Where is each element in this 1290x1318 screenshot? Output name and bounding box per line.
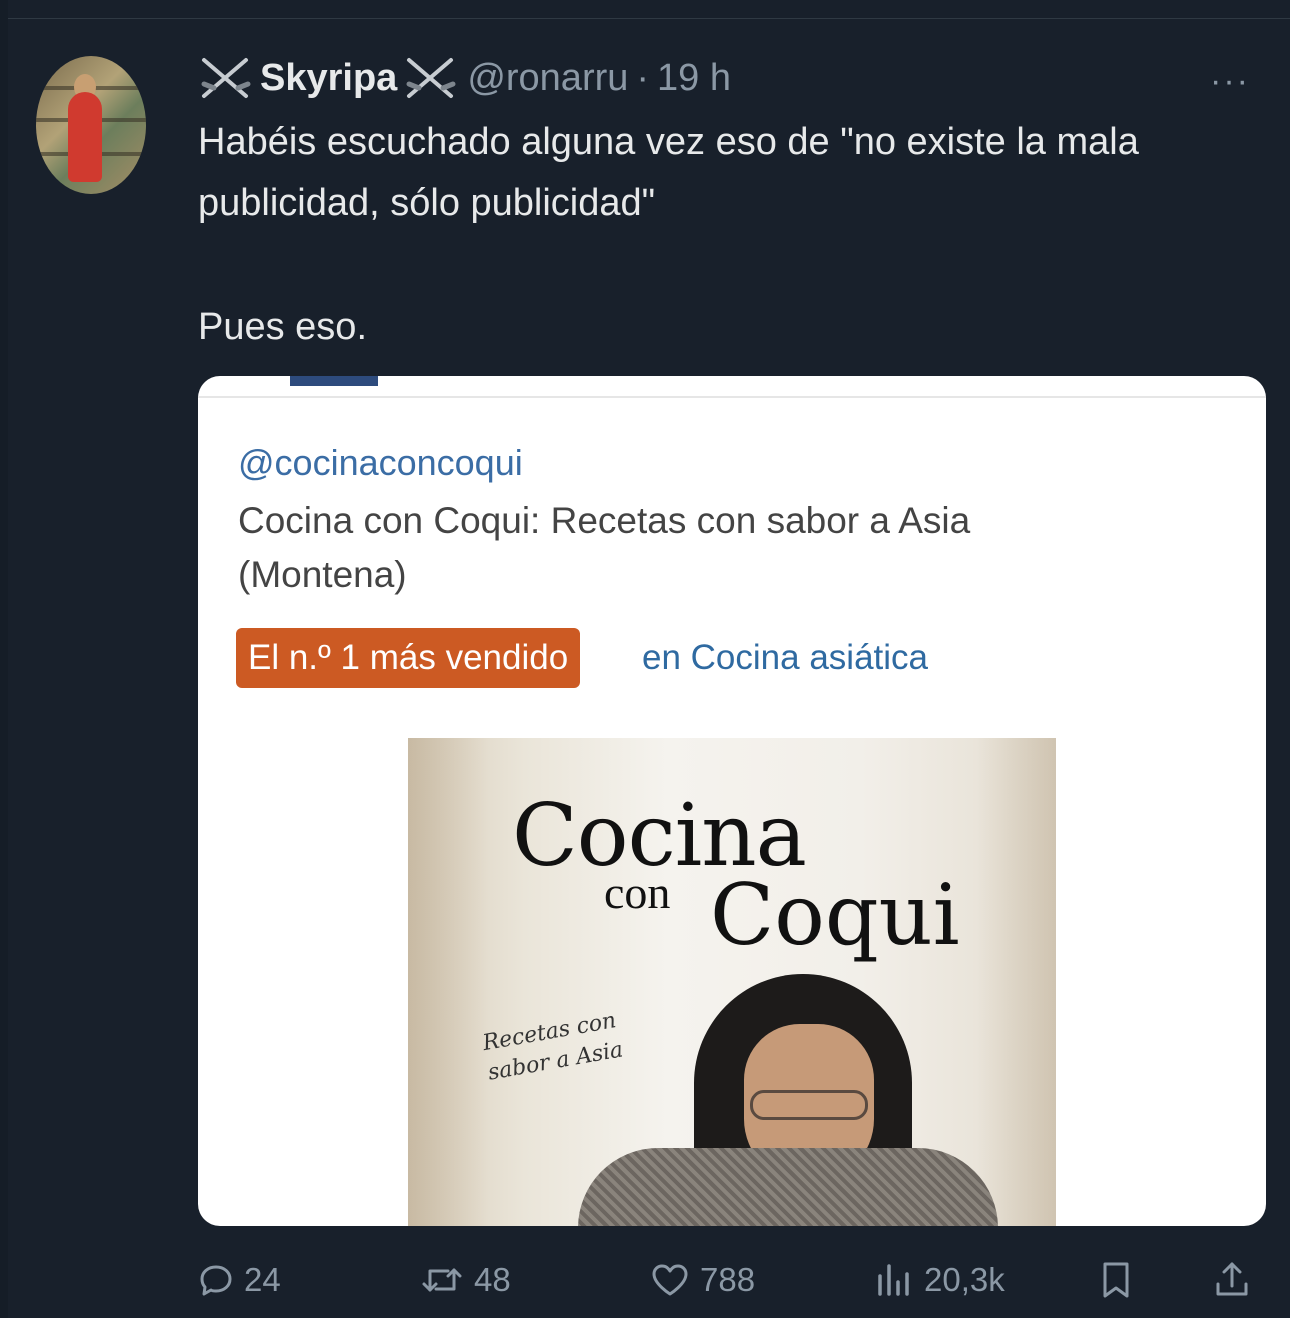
tweet-text-line: Habéis escuchado alguna vez eso de "no e… [198,121,1139,224]
avatar[interactable] [36,56,146,194]
image-top-strip [198,376,1266,398]
cover-coqui: Coqui [710,866,960,964]
repost-button[interactable]: 48 [420,1252,511,1308]
like-count: 788 [700,1261,756,1298]
like-button[interactable]: 788 [650,1252,755,1308]
tweet-header: Skyripa @ronarru · 19 h [198,54,731,102]
more-icon[interactable]: ··· [1210,62,1250,101]
like-icon [652,1264,688,1296]
bestseller-badge: El n.º 1 más vendido [236,628,581,688]
views-icon [878,1264,909,1296]
views-count: 20,3k [924,1261,1005,1298]
reply-icon [200,1265,232,1296]
crossed-swords-icon [198,54,254,102]
bookmark-button[interactable] [1098,1252,1134,1308]
crossed-swords-icon [403,54,459,102]
media-image[interactable]: @cocinaconcoqui Cocina con Coqui: Receta… [198,376,1266,1226]
separator-dot: · [636,56,650,99]
action-bar: 24 48 788 20,3k [198,1252,1264,1308]
share-icon [1216,1262,1248,1296]
category-link: en Cocina asiática [642,638,928,677]
cover-con: con [604,867,671,918]
card-handle: @cocinaconcoqui [238,442,523,483]
cover-subtitle: Recetas con sabor a Asia [480,991,707,1088]
reply-button[interactable]: 24 [198,1252,281,1308]
display-name-text[interactable]: Skyripa [260,57,397,100]
user-handle[interactable]: @ronarru [467,57,628,100]
card-title: Cocina con Coqui: Recetas con sabor a As… [238,500,971,595]
book-cover: Cocina con Coqui Recetas con sabor a Asi… [408,738,1056,1226]
timestamp[interactable]: 19 h [657,57,731,100]
divider [8,18,1290,19]
views-button[interactable]: 20,3k [874,1252,1005,1308]
share-button[interactable] [1214,1252,1250,1308]
tweet-text: Habéis escuchado alguna vez eso de "no e… [198,112,1258,358]
repost-count: 48 [474,1261,511,1298]
tweet-text-line: Pues eso. [198,306,367,348]
display-name[interactable]: Skyripa [198,54,459,102]
reply-count: 24 [244,1261,281,1298]
bookmark-icon [1103,1262,1129,1298]
repost-icon [422,1268,462,1292]
